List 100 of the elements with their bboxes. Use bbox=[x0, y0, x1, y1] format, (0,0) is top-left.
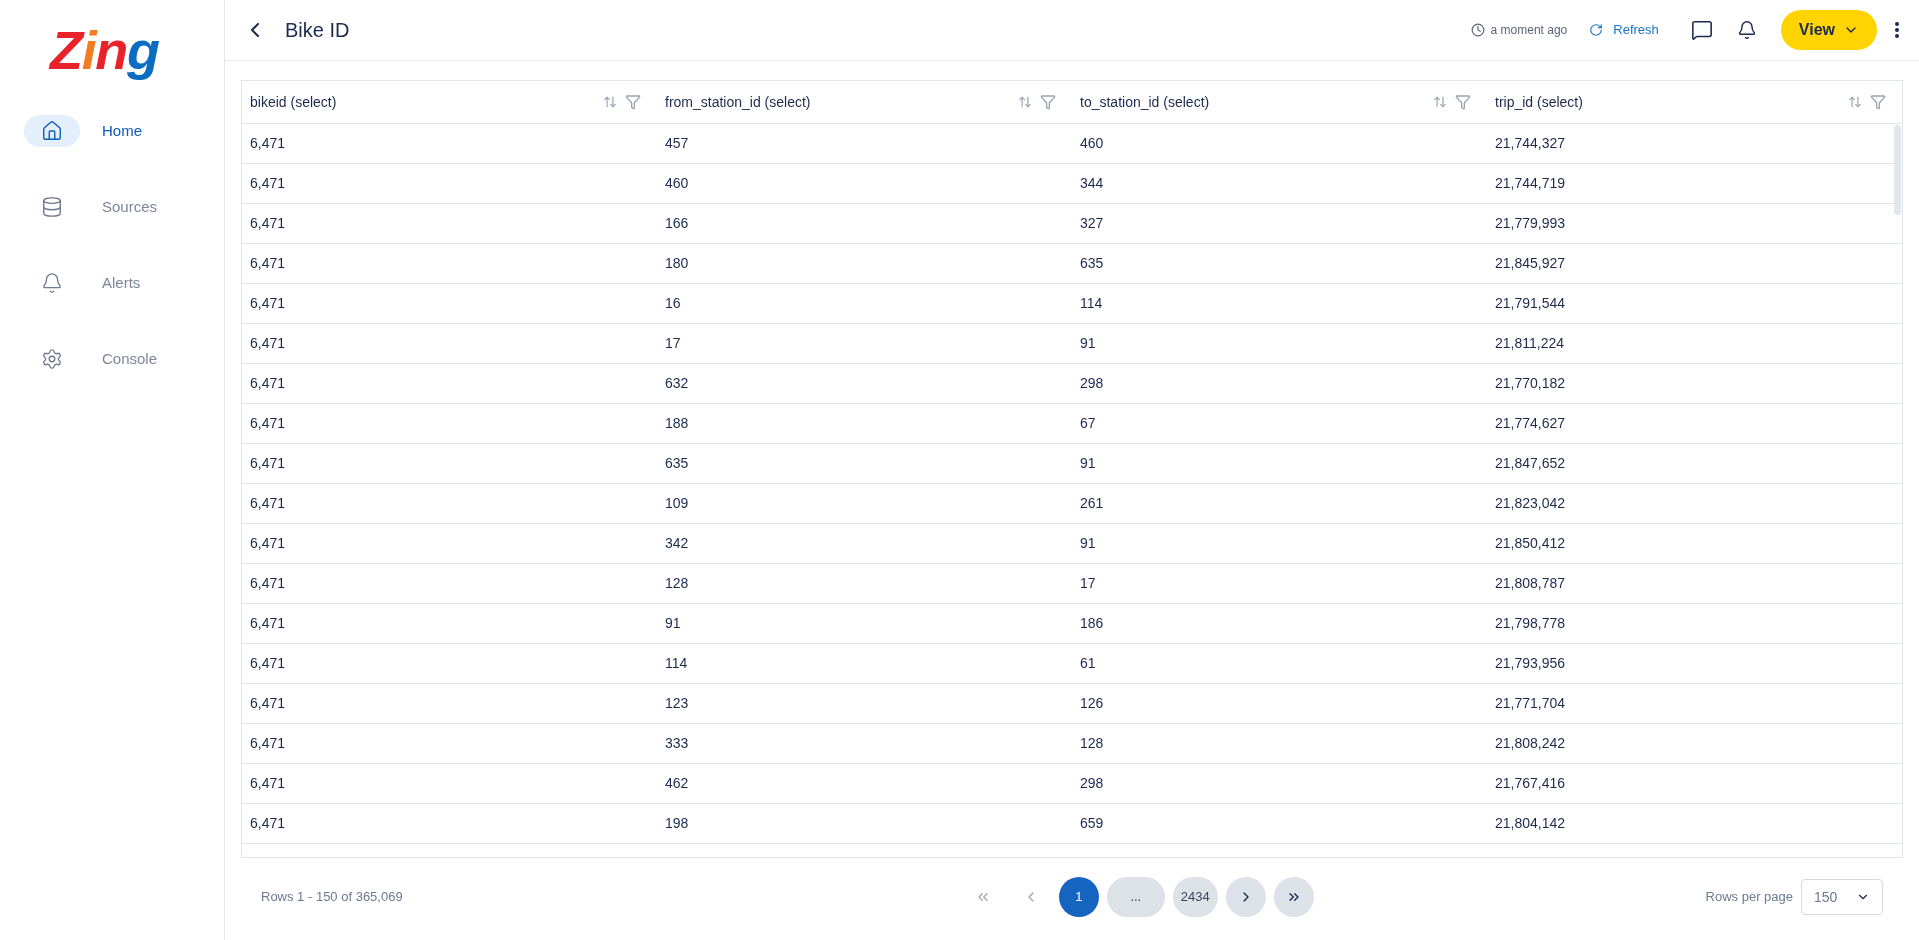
table-cell-text: 91 bbox=[1080, 334, 1096, 353]
table-cell-text: 6,471 bbox=[250, 454, 286, 473]
table-cell-text: 6,471 bbox=[250, 614, 286, 633]
table-cell-text: 462 bbox=[665, 774, 689, 793]
table-cell-text: 6,471 bbox=[250, 574, 286, 593]
comment-icon bbox=[1690, 19, 1713, 41]
table-cell-text: 123 bbox=[665, 694, 689, 713]
table-cell-text: 21,774,627 bbox=[1495, 414, 1566, 433]
table-cell-text: 180 bbox=[665, 254, 689, 273]
sidebar-item[interactable]: Home bbox=[0, 115, 224, 147]
table-cell-text: 17 bbox=[1080, 574, 1096, 593]
table-cell-text: 67 bbox=[1080, 414, 1096, 433]
rows-per-page-select[interactable]: 150 bbox=[1801, 879, 1883, 915]
table-cell-text: 632 bbox=[665, 374, 689, 393]
notifications-button[interactable] bbox=[1736, 20, 1757, 40]
table-cell-text: 344 bbox=[1080, 174, 1104, 193]
table-cell-text: 460 bbox=[665, 174, 689, 193]
table-cell-text: 457 bbox=[665, 134, 689, 153]
column-header[interactable]: from_station_id (select) bbox=[657, 81, 1072, 123]
sort-icon[interactable] bbox=[603, 95, 617, 109]
scrollbar-thumb[interactable] bbox=[1894, 125, 1901, 215]
table-cell-text: 128 bbox=[1080, 734, 1104, 753]
sidebar-item[interactable]: Alerts bbox=[0, 267, 224, 299]
table-cell-text: 128 bbox=[665, 574, 689, 593]
table-cell-text: 333 bbox=[665, 734, 689, 753]
page-button[interactable]: 1 bbox=[1058, 877, 1099, 917]
filter-icon[interactable] bbox=[1870, 94, 1886, 110]
table-cell-text: 21,845,927 bbox=[1495, 254, 1566, 273]
table-cell-text: 6,471 bbox=[250, 774, 286, 793]
table-cell-text: 6,471 bbox=[250, 734, 286, 753]
table-cell-text: 21,779,993 bbox=[1495, 214, 1566, 233]
table-cell-text: 6,471 bbox=[250, 174, 286, 193]
refresh-button[interactable]: Refresh bbox=[1589, 20, 1659, 40]
table-cell-text: 6,471 bbox=[250, 374, 286, 393]
table-cell-text: 16 bbox=[665, 294, 681, 313]
table-cell-text: 659 bbox=[1080, 814, 1104, 833]
more-button[interactable] bbox=[1895, 22, 1899, 38]
table-cell-text: 261 bbox=[1080, 494, 1104, 513]
filter-icon[interactable] bbox=[1455, 94, 1471, 110]
next-page-button[interactable] bbox=[1225, 877, 1266, 917]
table-cell-text: 114 bbox=[665, 654, 688, 673]
page-title: Bike ID bbox=[285, 18, 350, 43]
sidebar-item[interactable]: Console bbox=[0, 343, 224, 375]
table-cell-text: 21,850,412 bbox=[1495, 534, 1566, 553]
refresh-icon bbox=[1589, 23, 1604, 37]
view-button[interactable]: View bbox=[1780, 10, 1877, 50]
table-cell-text: 21,744,719 bbox=[1495, 174, 1566, 193]
table-cell-text: 61 bbox=[1080, 654, 1096, 673]
filter-icon[interactable] bbox=[1040, 94, 1056, 110]
table-cell-text: 21,798,778 bbox=[1495, 614, 1566, 633]
table-cell-text: 6,471 bbox=[250, 254, 286, 273]
table-cell-text: 6,471 bbox=[250, 414, 286, 433]
table-cell-text: 126 bbox=[1080, 694, 1104, 713]
table-cell-text: 91 bbox=[1080, 454, 1096, 473]
column-header[interactable]: to_station_id (select) bbox=[1072, 81, 1487, 123]
table-cell-text: 460 bbox=[1080, 134, 1104, 153]
page-button[interactable]: ... bbox=[1106, 877, 1165, 917]
table-cell-text: 327 bbox=[1080, 214, 1104, 233]
clock-icon bbox=[1470, 23, 1485, 37]
table-cell-text: 635 bbox=[665, 454, 689, 473]
home-icon bbox=[41, 120, 63, 142]
comments-button[interactable] bbox=[1690, 19, 1713, 41]
table-cell-text: 91 bbox=[665, 614, 681, 633]
table-cell-text: 6,471 bbox=[250, 214, 286, 233]
more-icon bbox=[1895, 22, 1899, 38]
table-cell-text: 6,471 bbox=[250, 134, 286, 153]
last-page-button[interactable] bbox=[1273, 877, 1314, 917]
filter-icon[interactable] bbox=[625, 94, 641, 110]
table-cell-text: 298 bbox=[1080, 774, 1104, 793]
sort-icon[interactable] bbox=[1018, 95, 1032, 109]
table-cell-text: 6,471 bbox=[250, 534, 286, 553]
table-cell-text: 635 bbox=[1080, 254, 1104, 273]
column-header[interactable]: bikeid (select) bbox=[242, 81, 657, 123]
table-cell-text: 21,808,242 bbox=[1495, 734, 1566, 753]
table-cell-text: 188 bbox=[665, 414, 689, 433]
table-cell-text: 198 bbox=[665, 814, 689, 833]
table-cell-text: 21,771,704 bbox=[1495, 694, 1566, 713]
table-cell-text: 109 bbox=[665, 494, 689, 513]
page-button[interactable]: 2434 bbox=[1172, 877, 1218, 917]
table-cell-text: 17 bbox=[665, 334, 681, 353]
table-cell-text: 186 bbox=[1080, 614, 1104, 633]
table-cell-text: 21,770,182 bbox=[1495, 374, 1566, 393]
table-cell-text: 21,823,042 bbox=[1495, 494, 1566, 513]
table-cell-text: 6,471 bbox=[250, 294, 286, 313]
sort-icon[interactable] bbox=[1848, 95, 1862, 109]
table-cell-text: 6,471 bbox=[250, 694, 286, 713]
table-cell-text: 21,808,787 bbox=[1495, 574, 1566, 593]
table-cell-text: 6,471 bbox=[250, 334, 286, 353]
sort-icon[interactable] bbox=[1433, 95, 1447, 109]
table-cell-text: 21,791,544 bbox=[1495, 294, 1566, 313]
table-cell-text: 6,471 bbox=[250, 814, 286, 833]
table-cell-text: 91 bbox=[1080, 534, 1096, 553]
table-cell-text: 21,793,956 bbox=[1495, 654, 1566, 673]
table-cell-text: 166 bbox=[665, 214, 689, 233]
bell-icon bbox=[1736, 20, 1757, 40]
column-header[interactable]: trip_id (select) bbox=[1487, 81, 1902, 123]
bell-icon bbox=[41, 272, 63, 294]
table-cell-text: 6,471 bbox=[250, 654, 286, 673]
settings-icon bbox=[41, 348, 63, 370]
sidebar-item[interactable]: Sources bbox=[0, 191, 224, 223]
